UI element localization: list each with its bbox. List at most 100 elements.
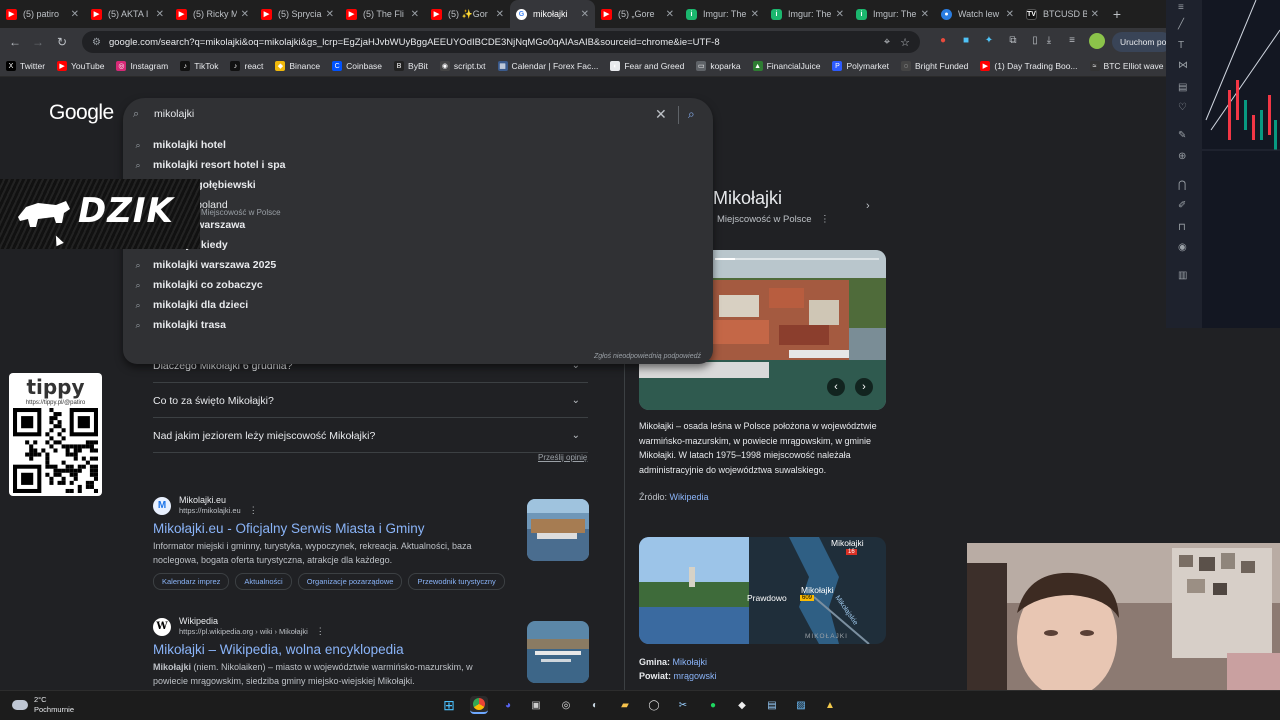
more-options-icon[interactable]: ⋮ (316, 626, 325, 636)
result-thumbnail[interactable] (527, 621, 589, 683)
close-icon[interactable]: ✕ (921, 9, 929, 20)
tab[interactable]: ▶ (5) The Fli ✕ (340, 0, 425, 28)
lock-icon[interactable]: ⊓ (1178, 222, 1186, 233)
trendline-icon[interactable]: ╱ (1178, 19, 1184, 30)
close-icon[interactable]: ✕ (1091, 9, 1099, 20)
file-explorer-icon[interactable]: ▰ (616, 696, 634, 714)
carousel-next-icon[interactable]: › (855, 378, 873, 396)
search-suggestion[interactable]: ⌕ mikolajki warszawa 2025 (123, 255, 713, 275)
close-icon[interactable]: ✕ (411, 9, 419, 20)
eye-icon[interactable]: ◉ (1178, 242, 1187, 253)
close-icon[interactable]: ✕ (1006, 9, 1014, 20)
new-tab-icon[interactable]: + (1105, 6, 1129, 22)
feedback-link[interactable]: Prześlij opinię (538, 453, 587, 462)
sitelink-chip[interactable]: Aktualności (235, 573, 292, 590)
bookmark-item[interactable]: ◎ Instagram (116, 61, 168, 71)
paa-question[interactable]: Co to za święto Mikołajki? ⌄ (153, 384, 588, 418)
app-icon[interactable]: ◆ (733, 696, 751, 714)
bookmark-item[interactable]: ◌ Bright Funded (900, 61, 968, 71)
google-logo[interactable]: Google (49, 101, 114, 125)
extensions-puzzle-icon[interactable]: ⧉ (1005, 33, 1021, 49)
kp-source-link[interactable]: Wikipedia (670, 492, 709, 502)
search-submit-icon[interactable]: ⌕ (688, 107, 695, 122)
bookmark-item[interactable]: ◐ Fear and Greed (610, 61, 684, 71)
steam-icon[interactable]: ◐ (586, 696, 604, 714)
location-icon[interactable]: ⌖ (884, 36, 890, 49)
search-suggestion[interactable]: ⌕ mikolajki trasa (123, 315, 713, 335)
search-suggestion[interactable]: ⌕Mikołajki polandMiejscowość w Polsce (123, 195, 713, 217)
menu-icon[interactable]: ≡ (1178, 2, 1184, 13)
sitelink-chip[interactable]: Organizacje pozarządowe (297, 573, 403, 590)
search-suggestion[interactable]: ⌕mikolajki kiedy (123, 235, 713, 255)
more-options-icon[interactable]: ⋮ (249, 505, 258, 515)
bookmark-item[interactable]: ◉ script.txt (439, 61, 486, 71)
bookmark-item[interactable]: ▦ Calendar | Forex Fac... (497, 61, 598, 71)
text-tool-icon[interactable]: T (1178, 40, 1184, 51)
app-icon[interactable]: ▣ (527, 696, 545, 714)
spotify-icon[interactable]: ● (704, 696, 722, 714)
tab[interactable]: ▶ (5) AKTA I ✕ (85, 0, 170, 28)
close-icon[interactable]: ✕ (241, 9, 249, 20)
tab[interactable]: ▶ (5) „Gore ✕ (595, 0, 680, 28)
kp-fact-link[interactable]: mrągowski (674, 671, 717, 681)
search-suggestion[interactable]: ⌕ mikolajki co zobaczyc (123, 275, 713, 295)
magnet-icon[interactable]: ⋂ (1178, 180, 1186, 191)
sitelink-chip[interactable]: Przewodnik turystyczny (408, 573, 505, 590)
zoom-icon[interactable]: ⊕ (1178, 151, 1186, 162)
extension-icon[interactable]: ■ (958, 33, 974, 49)
chrome-icon[interactable] (470, 696, 488, 714)
tab[interactable]: ▶ (5) patiro ✕ (0, 0, 85, 28)
tab[interactable]: TV BTCUSD B ✕ (1020, 0, 1105, 28)
close-icon[interactable]: ✕ (496, 9, 504, 20)
bookmark-item[interactable]: ▲ FinancialJuice (752, 61, 820, 71)
bookmark-item[interactable]: P Polymarket (832, 61, 889, 71)
tab[interactable]: i Imgur: The ✕ (765, 0, 850, 28)
chevron-right-icon[interactable]: › (866, 200, 870, 212)
tab[interactable]: Gmikołajki ✕ (510, 0, 595, 28)
close-icon[interactable]: ✕ (751, 9, 759, 20)
tool-icon[interactable]: ✂ (674, 696, 692, 714)
reload-icon[interactable]: ↻ (51, 35, 73, 49)
search-input[interactable]: mikolajki (154, 108, 194, 120)
bookmark-item[interactable]: ◆ Binance (275, 61, 320, 71)
tab[interactable]: i Imgur: The ✕ (850, 0, 935, 28)
app-icon[interactable]: ▲ (821, 696, 839, 714)
photos-icon[interactable]: ▨ (792, 696, 810, 714)
search-suggestion[interactable]: ⌕ mikolajki resort hotel i spa (123, 155, 713, 175)
bookmark-item[interactable]: ▶ (1) Day Trading Boo... (980, 61, 1078, 71)
tab[interactable]: ▶ (5) ✨Gor ✕ (425, 0, 510, 28)
extension-icon[interactable]: ✦ (981, 33, 997, 49)
pattern-icon[interactable]: ⋈ (1178, 60, 1188, 71)
result-thumbnail[interactable] (527, 499, 589, 561)
report-suggestion-link[interactable]: Zgłoś nieodpowiednią podpowiedź (594, 353, 701, 360)
forward-icon[interactable]: → (27, 35, 49, 49)
clear-icon[interactable]: ✕ (655, 106, 667, 123)
ruler-icon[interactable]: ✎ (1178, 130, 1186, 141)
extension-icon[interactable]: ● (935, 33, 951, 49)
search-suggestion[interactable]: ⌕mikolajki warszawa (123, 215, 713, 235)
brush-icon[interactable]: ✐ (1178, 200, 1186, 211)
trash-icon[interactable]: ▥ (1178, 270, 1187, 281)
bookmark-item[interactable]: ♪ TikTok (180, 61, 218, 71)
bookmark-star-icon[interactable]: ☆ (900, 36, 910, 49)
close-icon[interactable]: ✕ (836, 9, 844, 20)
bookmark-item[interactable]: ▭ koparka (696, 61, 741, 71)
address-bar[interactable]: ⚙ google.com/search?q=mikolajki&oq=mikol… (82, 31, 920, 53)
bookmark-item[interactable]: C Coinbase (332, 61, 382, 71)
back-icon[interactable]: ← (4, 35, 26, 49)
close-icon[interactable]: ✕ (666, 9, 674, 20)
discord-icon[interactable]: ◕ (499, 696, 517, 714)
site-info-icon[interactable]: ⚙ (92, 37, 101, 48)
bookmark-item[interactable]: ♪ react (230, 61, 263, 71)
obs-icon[interactable]: ◎ (557, 696, 575, 714)
carousel-prev-icon[interactable]: ‹ (827, 378, 845, 396)
bookmark-item[interactable]: ≈ BTC Elliot wave (1089, 61, 1164, 71)
profile-avatar[interactable] (1089, 33, 1105, 49)
close-icon[interactable]: ✕ (71, 9, 79, 20)
tab[interactable]: ● Watch lew ✕ (935, 0, 1020, 28)
tab[interactable]: ▶ (5) Ricky M ✕ (170, 0, 255, 28)
close-icon[interactable]: ✕ (581, 9, 589, 20)
search-suggestion[interactable]: ⌕ mikolajki hotel (123, 135, 713, 155)
close-icon[interactable]: ✕ (156, 9, 164, 20)
kp-map-block[interactable]: Mikołajki Mikołajki Prawdowo MIKOŁAJKI 1… (639, 537, 886, 644)
